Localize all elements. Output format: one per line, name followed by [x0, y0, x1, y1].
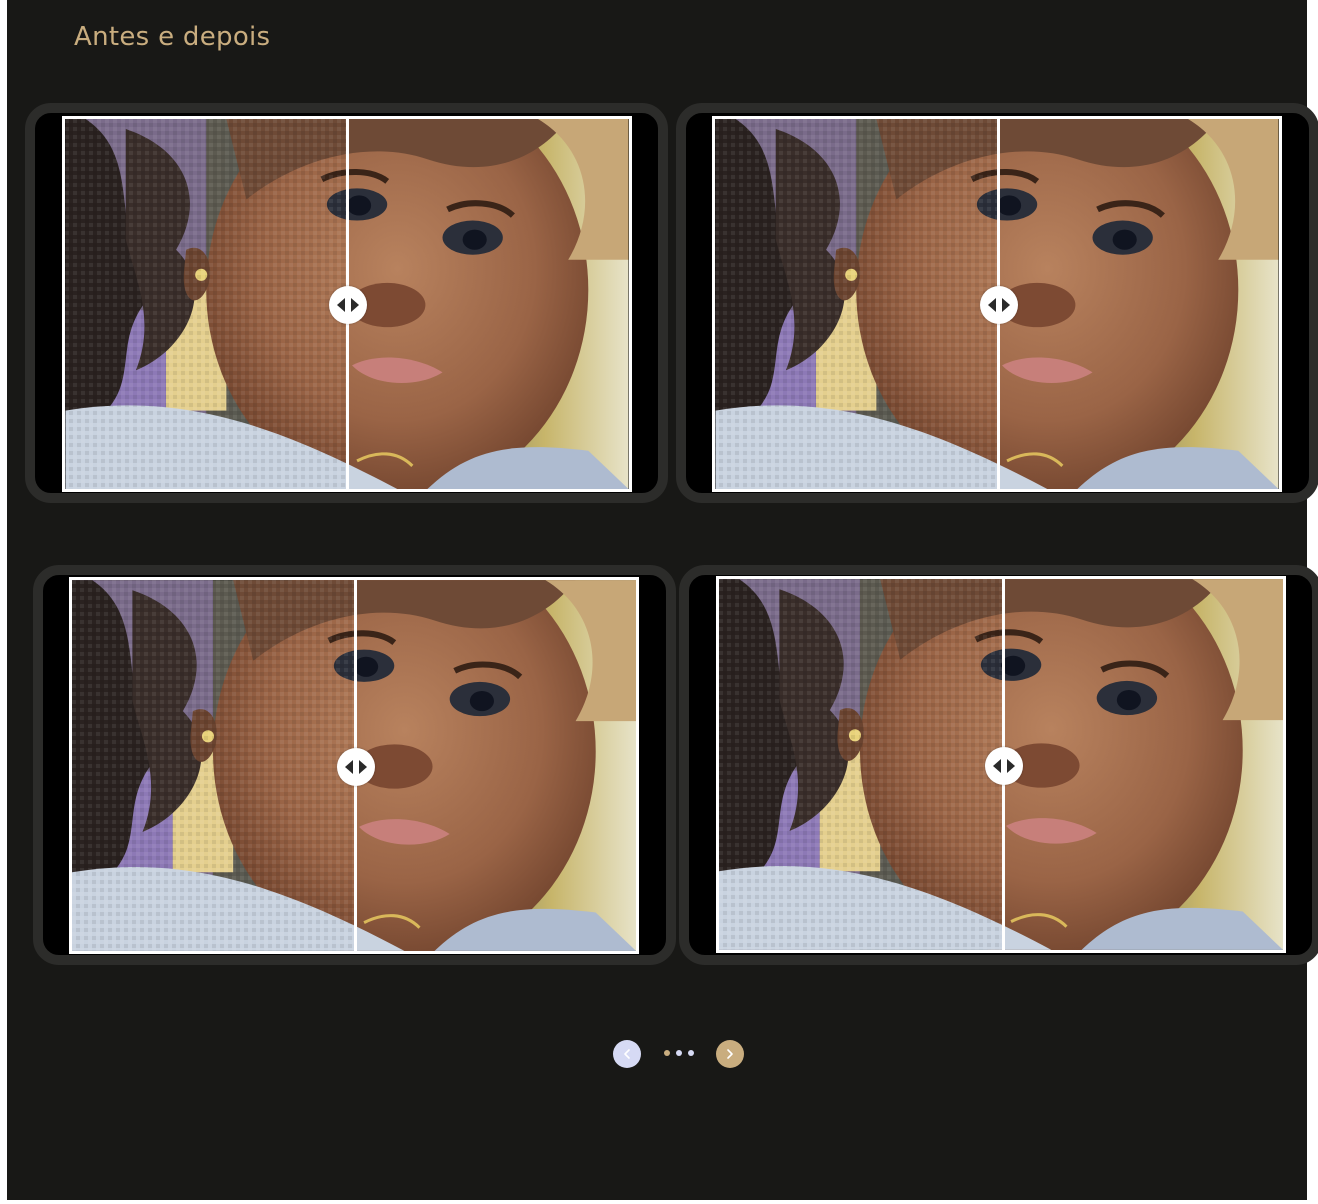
comparison-frame[interactable] [62, 116, 632, 492]
chevron-left-icon [624, 1049, 630, 1059]
comparison-frame[interactable] [716, 576, 1286, 953]
pagination-dot[interactable] [664, 1050, 670, 1056]
comparison-card-1 [25, 103, 668, 503]
pagination-dot[interactable] [676, 1050, 682, 1056]
comparison-card-4 [679, 565, 1318, 965]
section-title: Antes e depois [74, 22, 271, 52]
slider-handle[interactable] [985, 747, 1023, 785]
comparison-card-2 [676, 103, 1318, 503]
left-right-arrows-icon [993, 759, 1015, 773]
left-right-arrows-icon [988, 298, 1010, 312]
slider-handle[interactable] [337, 748, 375, 786]
slider-handle[interactable] [329, 286, 367, 324]
slider-handle[interactable] [980, 286, 1018, 324]
previous-button[interactable] [613, 1040, 641, 1068]
comparison-card-3 [33, 565, 676, 965]
next-button[interactable] [716, 1040, 744, 1068]
comparison-frame[interactable] [712, 116, 1282, 492]
chevron-right-icon [727, 1049, 733, 1059]
left-right-arrows-icon [337, 298, 359, 312]
pagination-dot[interactable] [688, 1050, 694, 1056]
comparison-frame[interactable] [69, 577, 639, 954]
left-right-arrows-icon [345, 760, 367, 774]
